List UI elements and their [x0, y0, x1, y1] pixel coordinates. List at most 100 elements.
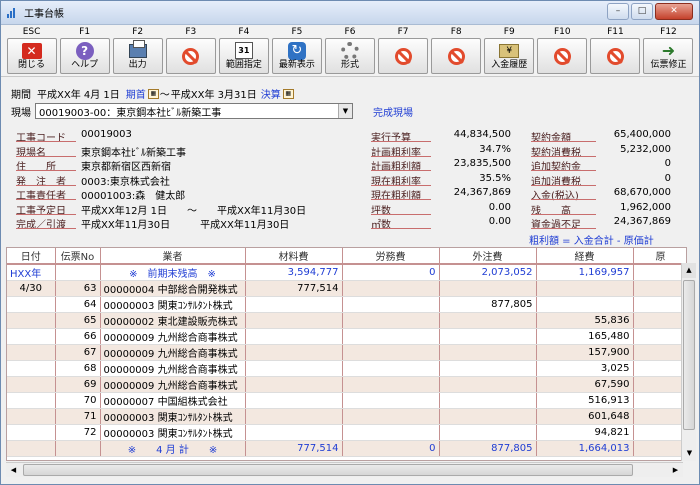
period-from[interactable]: 平成XX年 4月 1日 — [37, 86, 120, 101]
summary-row[interactable]: ※ 4 月 計 ※ 777,514 0 877,805 1,664,013 — [7, 440, 686, 457]
scroll-down-icon[interactable]: ▼ — [682, 446, 697, 461]
table-cell: ※ 前期末残高 ※ — [100, 264, 246, 281]
summary-row[interactable]: HXX年 ※ 前期末残高 ※ 3,594,777 0 2,073,052 1,169,95… — [7, 264, 686, 281]
function-key-label: F7 — [397, 27, 409, 37]
maximize-button[interactable]: □ — [631, 3, 653, 20]
scroll-right-icon[interactable]: ▶ — [668, 463, 683, 478]
site-select[interactable]: 00019003-00：東京鋼本社ﾋﾞﾙ新築工事 ▼ — [35, 103, 353, 119]
table-cell — [633, 360, 686, 377]
table-row[interactable]: 65 00000002 東北建設販売株式 55,836 — [7, 312, 686, 329]
table-row[interactable]: 66 00000009 九州総合商事株式 165,480 — [7, 328, 686, 345]
label-underline — [16, 228, 76, 229]
toolbar-item-f9: F9 ¥ 入金履歴 — [483, 27, 536, 74]
table-row[interactable]: 70 00000007 中国組株式会社 516,913 — [7, 392, 686, 409]
info_mid-value: 34.7% — [479, 143, 511, 155]
column-header[interactable]: 原 — [633, 248, 686, 265]
toolbar-button-disabled-f10[interactable] — [537, 38, 588, 74]
calendar-icon[interactable]: ▦ — [282, 88, 294, 99]
table-cell — [633, 328, 686, 345]
table-cell — [439, 328, 537, 345]
function-key-label: ESC — [22, 27, 41, 37]
toolbar-item-f1: F1? ヘルプ — [58, 27, 111, 74]
table-cell: 70 — [55, 392, 101, 409]
column-header[interactable]: 労務費 — [342, 248, 440, 265]
info_right-value: 65,400,000 — [613, 129, 671, 140]
table-row[interactable]: 4/30 63 00000004 中部総合開発株式 777,514 — [7, 280, 686, 297]
period-end-button[interactable]: 決算 — [261, 86, 281, 101]
label-underline — [16, 155, 76, 157]
scroll-up-icon[interactable]: ▲ — [682, 263, 696, 278]
toolbar-button-f12[interactable]: ➜ 伝票修正 — [643, 38, 694, 74]
toolbar-item-f4: F4 31 範囲指定 — [217, 27, 270, 74]
toolbar-item-f10: F10 — [536, 27, 589, 74]
table-cell: 00000003 関東ｺﾝｻﾙﾀﾝﾄ株式 — [100, 408, 246, 425]
table-cell: 55,836 — [536, 312, 634, 329]
vertical-scrollbar[interactable]: ▲ ▼ — [681, 263, 696, 461]
toolbar-button-f9[interactable]: ¥ 入金履歴 — [484, 38, 535, 74]
table-cell: 00000009 九州総合商事株式 — [100, 344, 246, 361]
label-underline — [531, 170, 596, 171]
info_mid-value: 44,834,500 — [453, 129, 511, 140]
column-header[interactable]: 外注費 — [439, 248, 537, 265]
toolbar-button-disabled-f8[interactable] — [431, 38, 482, 74]
toolbar-button-disabled-f3[interactable] — [165, 38, 216, 74]
ledger-grid: 日付 伝票No 業者 材料費 労務費 外注費 経費原 HXX年 ※ 前期末残高 ※ 3,594,… — [6, 247, 687, 461]
table-cell — [245, 424, 343, 441]
period-start-button[interactable]: 期首 — [126, 86, 146, 101]
table-cell: 3,025 — [536, 360, 634, 377]
calendar-icon[interactable]: ▦ — [147, 88, 159, 99]
column-header[interactable]: 経費 — [536, 248, 634, 265]
table-row[interactable]: 69 00000009 九州総合商事株式 67,590 — [7, 376, 686, 393]
label-underline — [371, 228, 431, 229]
period-label: 期間 — [11, 90, 31, 101]
scroll-left-icon[interactable]: ◀ — [6, 463, 21, 478]
table-row[interactable]: 67 00000009 九州総合商事株式 157,900 — [7, 344, 686, 361]
scroll-thumb[interactable] — [23, 464, 633, 476]
column-header[interactable]: 材料費 — [245, 248, 343, 265]
label-underline — [371, 141, 431, 142]
table-cell — [633, 392, 686, 409]
table-row[interactable]: 72 00000003 関東ｺﾝｻﾙﾀﾝﾄ株式 94,821 — [7, 424, 686, 441]
disabled-icon — [446, 47, 466, 65]
minimize-button[interactable]: – — [607, 3, 629, 20]
table-cell — [7, 312, 56, 329]
table-cell — [633, 440, 686, 457]
table-row[interactable]: 68 00000009 九州総合商事株式 3,025 — [7, 360, 686, 377]
table-cell — [342, 312, 440, 329]
close-button[interactable]: ✕ — [655, 3, 693, 20]
toolbar-button-f4[interactable]: 31 範囲指定 — [218, 38, 269, 74]
toolbar-button-f6[interactable]: 形式 — [325, 38, 375, 74]
column-header[interactable]: 伝票No — [55, 248, 101, 265]
horizontal-scrollbar[interactable]: ◀ ▶ — [6, 462, 683, 477]
info_mid-value: 35.5% — [479, 172, 511, 184]
column-header[interactable]: 日付 — [7, 248, 56, 265]
disabled-icon — [605, 47, 625, 65]
table-row[interactable]: 64 00000003 関東ｺﾝｻﾙﾀﾝﾄ株式 877,805 — [7, 296, 686, 313]
column-header[interactable]: 業者 — [100, 248, 246, 265]
table-cell: 94,821 — [536, 424, 634, 441]
table-cell: 68 — [55, 360, 101, 377]
toolbar-button-f1[interactable]: ? ヘルプ — [59, 38, 110, 74]
table-cell: 67,590 — [536, 376, 634, 393]
calendar-icon: 31 — [234, 42, 254, 60]
toolbar-item-esc: ESC ✕ 閉じる — [5, 27, 58, 74]
info_right-value: 0 — [664, 172, 671, 184]
toolbar-button-f2[interactable]: 出力 — [112, 38, 163, 74]
info_left-value: 東京都新宿区西新宿 — [81, 162, 171, 173]
info_mid-value: 0.00 — [488, 201, 511, 213]
period-to[interactable]: 平成XX年 3月31日 — [171, 86, 257, 101]
toolbar-button-f5[interactable]: ↻ 最新表示 — [271, 38, 322, 74]
table-row[interactable]: 71 00000003 関東ｺﾝｻﾙﾀﾝﾄ株式 601,648 — [7, 408, 686, 425]
table-cell: 877,805 — [439, 440, 537, 457]
table-cell — [633, 424, 686, 441]
toolbar-button-esc[interactable]: ✕ 閉じる — [6, 38, 57, 74]
money-icon: ¥ — [499, 42, 520, 60]
toolbar-button-disabled-f7[interactable] — [378, 38, 429, 74]
toolbar-button-disabled-f11[interactable] — [590, 38, 641, 74]
table-cell: 3,594,777 — [245, 264, 343, 281]
table-cell — [7, 408, 56, 425]
table-cell: 67 — [55, 344, 101, 361]
chevron-down-icon[interactable]: ▼ — [338, 104, 352, 118]
scroll-thumb[interactable] — [683, 280, 695, 430]
function-key-label: F11 — [607, 27, 624, 37]
